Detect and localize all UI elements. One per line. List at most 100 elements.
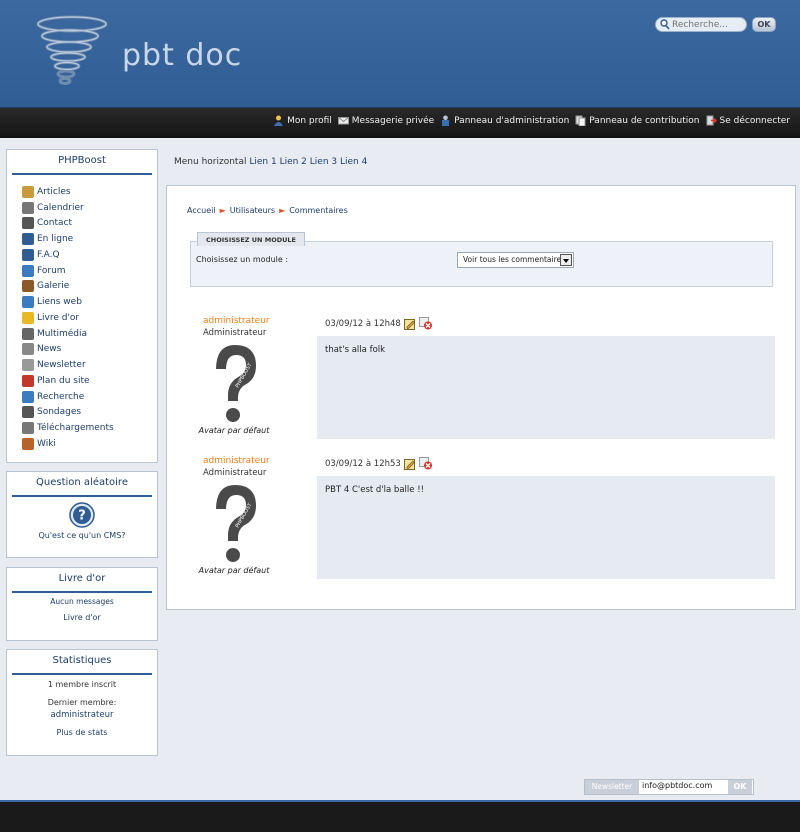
avatar-caption: Avatar par défaut [198,426,270,435]
sidebar-item-forum[interactable]: Forum [22,263,157,279]
sidebar-item-label: Contact [37,218,73,229]
delete-icon[interactable] [418,317,433,330]
sidebar-item-f-a-q[interactable]: F.A.Q [22,247,157,263]
phpboost-menu-title: PHPBoost [58,155,106,166]
search-field[interactable] [655,17,747,32]
admin-panel-label: Panneau d'administration [454,115,570,126]
sidebar-item-articles[interactable]: Articles [22,184,157,200]
divider [12,591,152,593]
sidebar-item-label: Livre d'or [37,312,80,323]
sidebar-item-galerie[interactable]: Galerie [22,279,157,295]
sidebar-item-en-ligne[interactable]: En ligne [22,231,157,247]
members-count: 1 membre inscrit [47,680,117,689]
breadcrumb-arrow-icon: ► [279,206,286,215]
random-question-box: Question aléatoire ? Qu'est ce qu'un CMS… [6,471,158,558]
articles-icon [22,185,34,198]
sidebar-item-recherche[interactable]: Recherche [22,389,157,405]
chevron-down-icon[interactable] [560,254,572,266]
sidebar-item-calendrier[interactable]: Calendrier [22,200,157,216]
last-member-label: Dernier membre: [47,698,117,707]
sitemap-icon [22,374,34,387]
newsletter-email-input[interactable] [642,781,727,790]
contribution-panel-label: Panneau de contribution [589,115,700,126]
sidebar-item-label: Multimédia [37,328,88,339]
newsletter-label: Newsletter [585,780,639,794]
default-avatar-icon: PHPBOOST [213,482,259,564]
random-question-link[interactable]: Qu'est ce qu'un CMS? [7,531,157,540]
sidebar-item-multim-dia[interactable]: Multimédia [22,326,157,342]
breadcrumb-home[interactable]: Accueil [187,206,216,215]
sidebar-item-sondages[interactable]: Sondages [22,405,157,421]
edit-icon[interactable] [403,318,416,330]
breadcrumb-comments[interactable]: Commentaires [289,206,348,215]
delete-icon[interactable] [418,457,433,470]
polls-icon [22,406,34,419]
contribution-panel-link[interactable]: Panneau de contribution [575,115,700,126]
menu-link-1[interactable]: Lien 1 [249,157,276,167]
search-input[interactable] [672,19,744,30]
newsletter-ok-button[interactable]: OK [728,780,752,794]
faq-icon [22,248,34,261]
sidebar-item-wiki[interactable]: Wiki [22,436,157,452]
sidebar-item-contact[interactable]: Contact [22,216,157,232]
svg-text:?: ? [78,509,86,524]
module-chooser: Choisissez un module : Voir tous les com… [190,241,773,287]
divider [12,673,152,675]
breadcrumb-users[interactable]: Utilisateurs [230,206,275,215]
guestbook-title: Livre d'or [58,573,106,584]
comment-author[interactable]: administrateur [203,456,270,466]
my-profile-label: Mon profil [287,115,332,126]
module-menu: Articles Calendrier Contact En ligne F.A.Q Fo… [7,175,157,452]
horizontal-menu-label: Menu horizontal [174,157,247,167]
sidebar-item-label: Articles [37,186,71,197]
module-label: Choisissez un module : [196,255,289,264]
admin-panel-link[interactable]: Panneau d'administration [440,115,569,126]
module-select[interactable]: Voir tous les commentaires [457,252,574,268]
menu-link-2[interactable]: Lien 2 [280,157,307,167]
calendar-icon [22,201,34,214]
phpboost-menu-box: PHPBoost Articles Calendrier Contact En lig… [6,149,158,463]
sidebar-item-label: Forum [37,265,66,276]
sidebar-item-livre-d-or[interactable]: Livre d'or [22,310,157,326]
sidebar-item-label: Newsletter [37,360,86,371]
comment-author[interactable]: administrateur [203,316,270,326]
sidebar-item-label: Wiki [37,438,56,449]
envelope-icon [337,117,349,125]
private-messages-label: Messagerie privée [351,115,435,126]
gallery-icon [22,280,34,293]
comment-body: PBT 4 C'est d'la balle !! [317,476,775,579]
downloads-icon [22,422,34,435]
logout-link[interactable]: Se déconnecter [706,115,790,126]
sidebar-item-news[interactable]: News [22,342,157,358]
more-stats-link[interactable]: Plus de stats [7,728,157,737]
question-icon[interactable]: ? [69,502,95,528]
last-member-link[interactable]: administrateur [7,710,157,720]
menu-link-4[interactable]: Lien 4 [340,157,367,167]
sidebar-item-liens-web[interactable]: Liens web [22,294,157,310]
tornado-logo-icon[interactable] [30,14,110,92]
sidebar-item-newsletter[interactable]: Newsletter [22,357,157,373]
sidebar-item-label: En ligne [37,234,74,245]
multimedia-icon [22,327,34,340]
contribution-icon [575,115,586,126]
sidebar-item-label: Liens web [37,297,82,308]
my-profile-link[interactable]: Mon profil [273,115,332,126]
comment-meta: 03/09/12 à 12h53 [325,457,433,470]
search-icon [660,19,670,30]
sidebar-item-t-l-chargements[interactable]: Téléchargements [22,420,157,436]
horizontal-menu: Menu horizontal Lien 1 Lien 2 Lien 3 Lie… [174,157,367,167]
breadcrumb: Accueil ► Utilisateurs ► Commentaires [187,206,348,215]
comment-rank: Administrateur [203,468,267,478]
sidebar-item-label: Plan du site [37,375,90,386]
guestbook-link[interactable]: Livre d'or [7,613,157,622]
sidebar-item-label: Calendrier [37,202,84,213]
sidebar-item-label: News [37,344,62,355]
menu-link-3[interactable]: Lien 3 [310,157,337,167]
sidebar-item-plan-du-site[interactable]: Plan du site [22,373,157,389]
search-ok-button[interactable]: OK [752,17,776,32]
edit-icon[interactable] [403,458,416,470]
guestbook-box: Livre d'or Aucun messages Livre d'or [6,567,158,641]
site-title[interactable]: pbt doc [122,38,242,73]
search-icon [22,390,34,403]
private-messages-link[interactable]: Messagerie privée [337,115,435,126]
